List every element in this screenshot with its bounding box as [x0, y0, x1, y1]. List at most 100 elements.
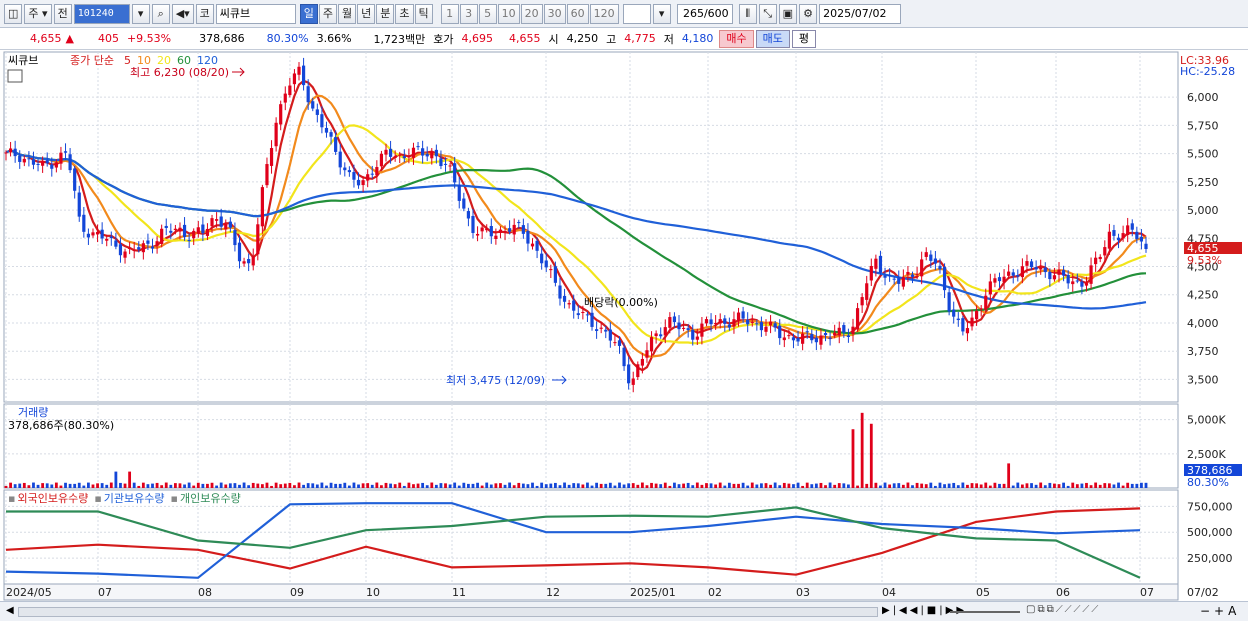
- candle-body: [920, 259, 924, 277]
- candle-body: [1084, 282, 1089, 286]
- candle-body: [750, 321, 754, 323]
- gear-icon[interactable]: ⚙: [799, 3, 818, 24]
- volume-bar: [293, 485, 296, 488]
- volume-bar: [260, 484, 264, 488]
- period-tab-년[interactable]: 년: [357, 3, 376, 24]
- interval-button-1[interactable]: 1: [440, 3, 459, 24]
- volume-bar: [608, 482, 612, 488]
- volume-bar: [338, 483, 342, 488]
- volume-bar: [1066, 485, 1070, 488]
- candle-icon[interactable]: ⫴: [738, 3, 757, 24]
- holdings-tick-label: 250,000: [1187, 552, 1233, 565]
- volume-current: 378,686주(80.30%): [8, 419, 114, 432]
- candle-body: [613, 342, 617, 344]
- candle-body: [494, 235, 498, 240]
- eval-button[interactable]: 평: [791, 29, 817, 48]
- stock-code-input[interactable]: 101240: [73, 3, 130, 24]
- x-tick-label-end: 07/02: [1187, 586, 1219, 599]
- volume-bar: [1007, 463, 1011, 488]
- interval-button-5[interactable]: 5: [478, 3, 497, 24]
- volume-bar: [650, 482, 653, 488]
- volume-bar: [714, 484, 718, 488]
- candle-body: [1094, 257, 1098, 265]
- price-tick-label: 3,500: [1187, 373, 1219, 386]
- period-tab-일[interactable]: 일: [299, 3, 318, 24]
- interval-dropdown-icon[interactable]: ▾: [652, 3, 671, 24]
- candle-body: [869, 265, 873, 281]
- save-icon[interactable]: ▣: [778, 3, 798, 24]
- candle-body: [691, 329, 695, 340]
- price-tick-label: 5,500: [1187, 148, 1219, 161]
- period-tab-주[interactable]: 주: [318, 3, 338, 24]
- candle-body: [82, 214, 86, 232]
- volume-bar: [169, 484, 173, 488]
- zoom-buttons-icon[interactable]: −+A: [1200, 604, 1240, 618]
- interval-button-3[interactable]: 3: [459, 3, 478, 24]
- volume-bar: [480, 485, 484, 488]
- scrollbar-track[interactable]: [18, 607, 878, 617]
- volume-bar: [311, 483, 315, 488]
- zoom-slider[interactable]: [950, 611, 1020, 613]
- volume-bar: [73, 483, 77, 488]
- interval-button-20[interactable]: 20: [520, 3, 543, 24]
- candle-body: [910, 274, 915, 277]
- volume-bar: [462, 482, 466, 488]
- candle-body: [988, 281, 992, 295]
- volume-bar: [467, 483, 470, 488]
- interval-button-120[interactable]: 120: [589, 3, 619, 24]
- volume-bar: [1057, 484, 1061, 488]
- volume-bar: [201, 483, 205, 488]
- volume-bar: [755, 484, 759, 488]
- interval-button-30[interactable]: 30: [543, 3, 566, 24]
- candle-body: [993, 278, 997, 283]
- period-tab-틱[interactable]: 틱: [414, 3, 433, 24]
- candle-body: [59, 152, 63, 164]
- volume-bar: [636, 484, 640, 488]
- sell-button[interactable]: 매도: [755, 29, 790, 48]
- view-tools-icon[interactable]: ▢⧉⧉⟋⟋⟋⟋⟋: [1026, 604, 1100, 615]
- candle-body: [860, 297, 864, 306]
- open-value: 4,250: [566, 32, 599, 45]
- type-select[interactable]: 주 ▾: [24, 3, 52, 24]
- candle-body: [828, 337, 832, 339]
- volume-bar: [132, 482, 136, 488]
- volume-bar: [448, 484, 452, 488]
- speaker-icon[interactable]: ◀▾: [171, 3, 194, 24]
- stock-chart[interactable]: 3,5003,7504,0004,2504,5004,7505,0005,250…: [0, 50, 1248, 601]
- volume-bar: [604, 483, 608, 488]
- interval-button-60[interactable]: 60: [566, 3, 589, 24]
- dropdown-icon[interactable]: ▾: [131, 3, 150, 24]
- table-icon[interactable]: [7, 69, 23, 83]
- volume-bar: [988, 485, 992, 488]
- draw-icon[interactable]: ⤡: [758, 3, 777, 24]
- interval-input[interactable]: [622, 3, 651, 24]
- volume-bar: [1107, 483, 1111, 488]
- chart-layout-icon[interactable]: ◫: [4, 3, 23, 24]
- stock-name-field[interactable]: 씨큐브: [215, 3, 296, 24]
- period-tab-월[interactable]: 월: [338, 3, 357, 24]
- interval-button-10[interactable]: 10: [497, 3, 520, 24]
- market-prefix[interactable]: 코: [195, 3, 214, 24]
- period-tab-분[interactable]: 분: [376, 3, 395, 24]
- volume-bar: [114, 471, 118, 488]
- price-tick-label: 4,250: [1187, 289, 1219, 302]
- candle-body: [196, 227, 200, 234]
- period-tab-초[interactable]: 초: [395, 3, 414, 24]
- candle-body: [764, 326, 768, 332]
- candle-body: [984, 295, 988, 310]
- volume-bar: [398, 482, 402, 488]
- buy-button[interactable]: 매수: [719, 29, 754, 48]
- candle-body: [86, 233, 91, 238]
- count-field[interactable]: 265/600: [676, 3, 733, 24]
- date-field[interactable]: 2025/07/02: [819, 3, 902, 24]
- prev-button[interactable]: 전: [53, 3, 72, 24]
- scroll-left-icon[interactable]: ◀: [6, 605, 14, 616]
- volume-bar: [677, 484, 681, 488]
- volume-bar: [879, 485, 882, 488]
- candle-body: [736, 312, 741, 321]
- legend-marker: ▪: [8, 492, 15, 505]
- candle-body: [595, 329, 599, 331]
- candle-body: [1020, 266, 1024, 278]
- candle-body: [68, 154, 72, 171]
- search-icon[interactable]: ⌕: [151, 3, 170, 24]
